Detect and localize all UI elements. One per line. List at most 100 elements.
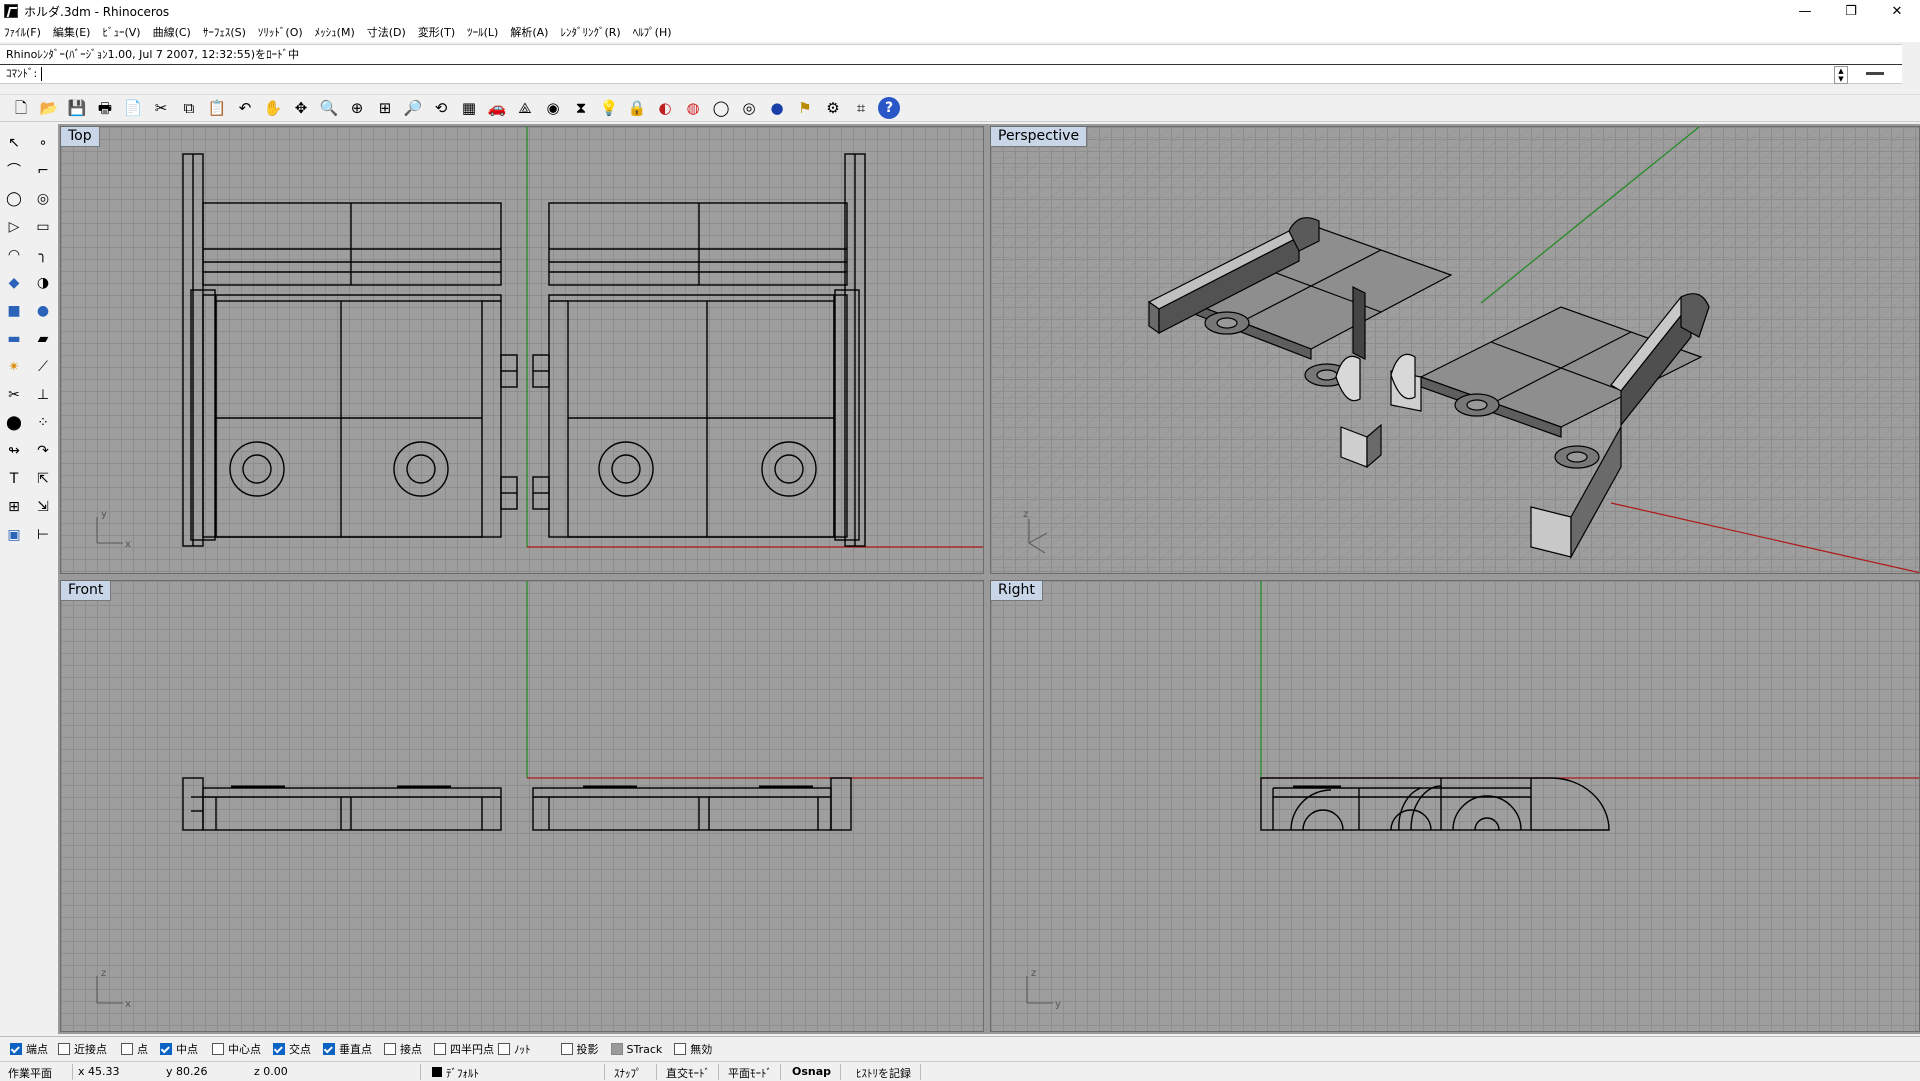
sphere-wire-icon[interactable]: ◯: [710, 97, 732, 119]
command-area-minimize-button[interactable]: [1866, 72, 1884, 75]
menu-item-1[interactable]: 編集(E): [53, 24, 91, 40]
undo-icon[interactable]: ↶: [234, 97, 256, 119]
viewport-title-top[interactable]: Top: [61, 127, 100, 147]
zoom-selected-icon[interactable]: 🔎: [402, 97, 424, 119]
menu-item-7[interactable]: 寸法(D): [367, 24, 406, 40]
arc-icon[interactable]: ◠: [3, 244, 25, 266]
control-points-icon[interactable]: ⌐: [32, 160, 54, 182]
osnap-7[interactable]: 接点: [384, 1041, 422, 1057]
four-viewports-icon[interactable]: ▦: [458, 97, 480, 119]
paste-icon[interactable]: 📋: [206, 97, 228, 119]
new-file-icon[interactable]: 🗋: [10, 97, 32, 119]
osnap-checkbox[interactable]: [58, 1043, 70, 1055]
osnap-checkbox[interactable]: [323, 1043, 335, 1055]
osnap-0[interactable]: 端点: [10, 1041, 48, 1057]
offset-icon[interactable]: ↬: [3, 440, 25, 462]
zoom-extents-icon[interactable]: ⊞: [374, 97, 396, 119]
wireframe-icon[interactable]: ⟁: [514, 97, 536, 119]
boolean-icon[interactable]: ●: [32, 300, 54, 322]
command-line[interactable]: ｺﾏﾝﾄﾞ:: [0, 64, 1902, 84]
osnap-checkbox[interactable]: [212, 1043, 224, 1055]
cplane-label[interactable]: 作業平面: [8, 1065, 52, 1081]
menu-item-0[interactable]: ﾌｧｲﾙ(F): [4, 24, 41, 40]
fillet-curve-icon[interactable]: ╮: [32, 244, 54, 266]
viewport-perspective[interactable]: z Perspective: [990, 126, 1920, 574]
polygon-icon[interactable]: ▷: [3, 216, 25, 238]
layer-name[interactable]: ﾃﾞﾌｫﾙﾄ: [446, 1065, 479, 1081]
lock-icon[interactable]: 🔒: [626, 97, 648, 119]
open-folder-icon[interactable]: 📂: [38, 97, 60, 119]
zoom-icon[interactable]: 🔍: [318, 97, 340, 119]
undo-view-icon[interactable]: ⟲: [430, 97, 452, 119]
save-icon[interactable]: 💾: [66, 97, 88, 119]
join-icon[interactable]: ⬤: [3, 412, 25, 434]
array-icon[interactable]: ⊞: [3, 496, 25, 518]
osnap-checkbox[interactable]: [434, 1043, 446, 1055]
zoom-window-icon[interactable]: ⊕: [346, 97, 368, 119]
menu-item-9[interactable]: ﾂｰﾙ(L): [467, 24, 498, 40]
flag-icon[interactable]: ⚑: [794, 97, 816, 119]
rotate-view-icon[interactable]: ✥: [290, 97, 312, 119]
osnap-12[interactable]: 無効: [674, 1041, 712, 1057]
options-gear-icon[interactable]: ⚙: [822, 97, 844, 119]
layer-icon[interactable]: ⧗: [570, 97, 592, 119]
osnap-6[interactable]: 垂直点: [323, 1041, 372, 1057]
text-icon[interactable]: T: [3, 468, 25, 490]
copy-icon[interactable]: ⧉: [178, 97, 200, 119]
surface-icon[interactable]: ◆: [3, 272, 25, 294]
osnap-checkbox[interactable]: [273, 1043, 285, 1055]
osnap-3[interactable]: 中点: [160, 1041, 198, 1057]
menu-item-5[interactable]: ｿﾘｯﾄﾞ(O): [258, 24, 303, 40]
osnap-checkbox[interactable]: [10, 1043, 22, 1055]
curve-tool-icon[interactable]: ↷: [32, 440, 54, 462]
maximize-button[interactable]: ❐: [1828, 0, 1874, 22]
sphere-mesh-icon[interactable]: ◎: [738, 97, 760, 119]
extrude-icon[interactable]: ▰: [32, 328, 54, 350]
viewport-top[interactable]: y x Top: [60, 126, 984, 574]
object-properties-icon[interactable]: ◉: [542, 97, 564, 119]
select-arrow-icon[interactable]: ↖: [3, 132, 25, 154]
osnap-checkbox[interactable]: [560, 1043, 573, 1055]
dimension-icon[interactable]: ⊢: [32, 524, 54, 546]
menu-item-11[interactable]: ﾚﾝﾀﾞﾘﾝｸﾞ(R): [560, 24, 620, 40]
osnap-toggle[interactable]: Osnap: [792, 1065, 831, 1078]
menu-item-2[interactable]: ﾋﾞｭｰ(V): [102, 24, 140, 40]
move-icon[interactable]: ⇱: [32, 468, 54, 490]
menu-item-10[interactable]: 解析(A): [510, 24, 548, 40]
shade-icon[interactable]: ◐: [654, 97, 676, 119]
help-icon[interactable]: ?: [878, 97, 900, 119]
close-button[interactable]: ✕: [1874, 0, 1920, 22]
osnap-checkbox[interactable]: [121, 1043, 133, 1055]
osnap-8[interactable]: 四半円点: [434, 1041, 494, 1057]
osnap-checkbox[interactable]: [160, 1043, 172, 1055]
circle-icon[interactable]: ◯: [3, 188, 25, 210]
ellipse-icon[interactable]: ◎: [32, 188, 54, 210]
minimize-button[interactable]: —: [1782, 0, 1828, 22]
viewport-title-right[interactable]: Right: [991, 581, 1043, 601]
cut-icon[interactable]: ✂: [150, 97, 172, 119]
menu-item-6[interactable]: ﾒｯｼｭ(M): [315, 24, 355, 40]
trim-icon[interactable]: ✂: [3, 384, 25, 406]
viewport-front[interactable]: z x Front: [60, 580, 984, 1032]
menu-item-3[interactable]: 曲線(C): [153, 24, 191, 40]
cylinder-icon[interactable]: ▬: [3, 328, 25, 350]
osnap-checkbox[interactable]: [384, 1043, 396, 1055]
point-icon[interactable]: ∘: [32, 132, 54, 154]
revolve-icon[interactable]: ◑: [32, 272, 54, 294]
box-icon[interactable]: ■: [3, 300, 25, 322]
group-icon[interactable]: ⁘: [32, 412, 54, 434]
osnap-1[interactable]: 近接点: [58, 1041, 107, 1057]
command-history-spinner[interactable]: ▲ ▼: [1834, 66, 1848, 84]
import-icon[interactable]: 📄: [122, 97, 144, 119]
record-history-toggle[interactable]: ﾋｽﾄﾘを記録: [856, 1065, 911, 1081]
osnap-checkbox[interactable]: [674, 1043, 687, 1055]
light-icon[interactable]: 💡: [598, 97, 620, 119]
render-sphere-icon[interactable]: ●: [766, 97, 788, 119]
osnap-4[interactable]: 中心点: [212, 1041, 261, 1057]
explode-icon[interactable]: ✴: [3, 356, 25, 378]
menu-item-12[interactable]: ﾍﾙﾌﾟ(H): [633, 24, 672, 40]
blend-icon[interactable]: ⟋: [32, 356, 54, 378]
polyline-icon[interactable]: ⌒: [3, 160, 25, 182]
pan-hand-icon[interactable]: ✋: [262, 97, 284, 119]
menu-item-4[interactable]: ｻｰﾌｪｽ(S): [203, 24, 246, 40]
